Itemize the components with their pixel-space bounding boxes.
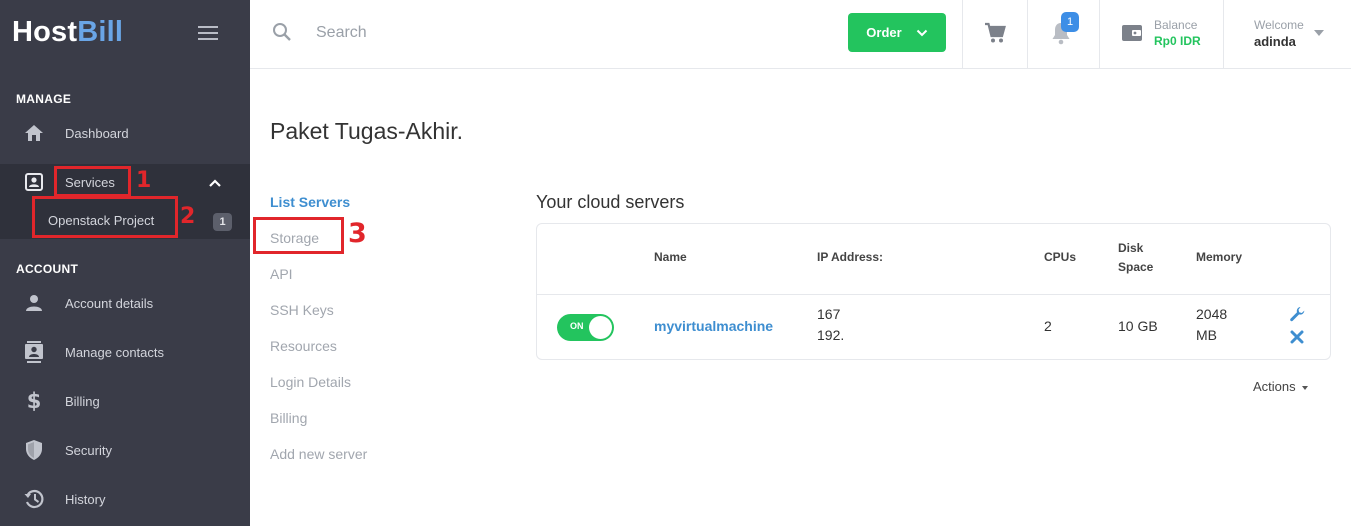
server-ip-line1: 167: [817, 306, 841, 322]
user-menu-name[interactable]: adinda: [1254, 34, 1296, 49]
caret-down-icon: [1301, 385, 1308, 390]
contact-card-icon: [23, 171, 45, 193]
toggle-knob: [589, 316, 612, 339]
caret-down-icon[interactable]: [1314, 30, 1324, 36]
subnav-resources[interactable]: Resources: [270, 338, 337, 354]
server-ip: 167 192.: [817, 304, 844, 346]
annotation-label-3: 3: [348, 218, 367, 249]
sidebar-item-dashboard[interactable]: Dashboard: [0, 113, 250, 153]
table-header-divider: [537, 294, 1330, 295]
sidebar-item-label: Dashboard: [65, 125, 129, 141]
cloud-servers-heading: Your cloud servers: [536, 192, 685, 212]
sidebar-item-label: Manage contacts: [65, 344, 165, 360]
notification-badge: 1: [1061, 12, 1079, 32]
chevron-up-icon[interactable]: [208, 177, 222, 189]
cart-icon[interactable]: [984, 22, 1006, 44]
header-divider: [1027, 0, 1028, 69]
order-button[interactable]: Order: [848, 13, 946, 52]
server-memory: 2048 MB: [1196, 304, 1227, 346]
chevron-down-icon: [916, 29, 927, 36]
header-divider: [962, 0, 963, 69]
subnav-add-new-server[interactable]: Add new server: [270, 446, 367, 462]
welcome-label: Welcome: [1254, 18, 1304, 32]
header-divider: [1223, 0, 1224, 69]
app-root: HostBill MANAGE Dashboard Services Opens…: [0, 0, 1351, 526]
shield-icon: [23, 439, 45, 461]
server-cpus: 2: [1044, 318, 1052, 334]
wallet-icon: [1122, 25, 1142, 41]
sidebar-item-label: Security: [65, 442, 112, 458]
sidebar-item-label: History: [65, 491, 106, 507]
actions-dropdown[interactable]: Actions: [1253, 379, 1308, 394]
server-name-link[interactable]: myvirtualmachine: [654, 316, 773, 337]
server-memory-line2: MB: [1196, 327, 1217, 343]
annotation-label-2: 2: [180, 204, 196, 229]
subnav-ssh-keys[interactable]: SSH Keys: [270, 302, 334, 318]
logo-accent-text: Bill: [77, 16, 124, 48]
order-button-label: Order: [866, 25, 902, 40]
actions-label: Actions: [1253, 379, 1296, 394]
count-badge: 1: [213, 213, 232, 231]
search-input[interactable]: [306, 18, 606, 48]
column-header-name: Name: [654, 250, 687, 264]
sidebar-item-manage-contacts[interactable]: Manage contacts: [0, 332, 250, 372]
column-header-disk: Disk Space: [1118, 239, 1153, 277]
svg-text:$: $: [27, 390, 42, 412]
column-header-disk-line1: Disk: [1118, 241, 1144, 255]
logo-text: Host: [12, 16, 78, 48]
subnav-api[interactable]: API: [270, 266, 293, 282]
subnav-login-details[interactable]: Login Details: [270, 374, 351, 390]
sidebar: HostBill MANAGE Dashboard Services Opens…: [0, 0, 250, 526]
section-account: ACCOUNT: [16, 262, 79, 276]
annotation-box-2: [32, 196, 178, 238]
server-disk: 10 GB: [1118, 318, 1158, 334]
user-icon: [23, 292, 45, 314]
column-header-cpus: CPUs: [1044, 250, 1077, 264]
balance-value[interactable]: Rp0 IDR: [1154, 34, 1201, 48]
page-title: Paket Tugas-Akhir.: [270, 118, 464, 144]
contacts-icon: [23, 341, 45, 363]
annotation-box-1: [54, 166, 131, 197]
sidebar-item-history[interactable]: History: [0, 479, 250, 519]
subnav-billing[interactable]: Billing: [270, 410, 307, 426]
delete-icon[interactable]: [1290, 330, 1304, 344]
balance-label: Balance: [1154, 18, 1198, 32]
column-header-memory: Memory: [1196, 250, 1243, 264]
servers-table: Name IP Address: CPUs Disk Space Memory …: [536, 223, 1331, 360]
menu-toggle-icon[interactable]: [198, 26, 218, 40]
history-icon: [23, 488, 45, 510]
sidebar-item-security[interactable]: Security: [0, 430, 250, 470]
power-toggle[interactable]: ON: [557, 314, 614, 341]
search-icon: [273, 23, 291, 41]
annotation-label-1: 1: [136, 168, 152, 193]
server-memory-line1: 2048: [1196, 306, 1228, 322]
header-divider: [1099, 0, 1100, 69]
sidebar-item-account-details[interactable]: Account details: [0, 283, 250, 323]
power-toggle-label: ON: [570, 321, 584, 331]
sidebar-item-label: Billing: [65, 393, 100, 409]
home-icon: [23, 122, 45, 144]
sidebar-item-billing[interactable]: $ Billing: [0, 381, 250, 421]
server-ip-line2: 192.: [817, 327, 845, 343]
wrench-icon[interactable]: [1289, 306, 1305, 322]
logo[interactable]: HostBill: [12, 16, 123, 49]
column-header-disk-line2: Space: [1118, 260, 1154, 274]
annotation-box-3: [253, 217, 344, 254]
sidebar-item-label: Account details: [65, 295, 154, 311]
dollar-icon: $: [23, 390, 45, 412]
column-header-ip: IP Address:: [817, 250, 884, 264]
section-manage: MANAGE: [16, 92, 72, 106]
subnav-list-servers[interactable]: List Servers: [270, 194, 350, 210]
